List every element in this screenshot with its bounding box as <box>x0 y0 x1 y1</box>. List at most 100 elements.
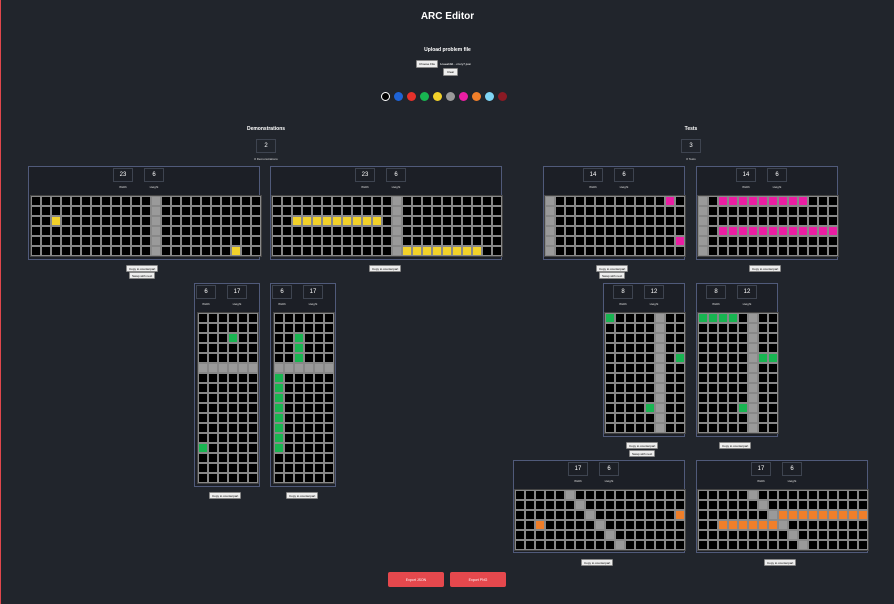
grid-cell[interactable] <box>332 236 342 246</box>
grid-cell[interactable] <box>768 500 778 510</box>
grid-cell[interactable] <box>238 433 248 443</box>
grid-cell[interactable] <box>758 246 768 256</box>
demonstrations-count-input[interactable]: 2 <box>256 139 276 153</box>
grid-cell[interactable] <box>251 226 261 236</box>
grid-cell[interactable] <box>838 520 848 530</box>
grid-cell[interactable] <box>492 206 502 216</box>
grid-cell[interactable] <box>698 413 708 423</box>
grid-cell[interactable] <box>738 393 748 403</box>
grid-cell[interactable] <box>615 196 625 206</box>
grid-cell[interactable] <box>294 453 304 463</box>
grid-cell[interactable] <box>605 423 615 433</box>
grid-cell[interactable] <box>748 313 758 323</box>
grid-cell[interactable] <box>392 246 402 256</box>
grid-cell[interactable] <box>625 490 635 500</box>
grid-cell[interactable] <box>625 403 635 413</box>
test2-input-height-input[interactable]: 12 <box>644 285 664 299</box>
grid-cell[interactable] <box>218 403 228 413</box>
grid-cell[interactable] <box>675 403 685 413</box>
grid-cell[interactable] <box>858 540 868 550</box>
grid-cell[interactable] <box>294 353 304 363</box>
grid-cell[interactable] <box>402 206 412 216</box>
grid-cell[interactable] <box>738 510 748 520</box>
grid-cell[interactable] <box>91 226 101 236</box>
grid-cell[interactable] <box>555 500 565 510</box>
grid-cell[interactable] <box>665 353 675 363</box>
grid-cell[interactable] <box>758 423 768 433</box>
demo1-output-width-input[interactable]: 23 <box>355 168 375 182</box>
grid-cell[interactable] <box>768 246 778 256</box>
grid-cell[interactable] <box>312 246 322 256</box>
grid-cell[interactable] <box>208 423 218 433</box>
grid-cell[interactable] <box>615 393 625 403</box>
grid-cell[interactable] <box>768 383 778 393</box>
grid-cell[interactable] <box>708 393 718 403</box>
grid-cell[interactable] <box>768 490 778 500</box>
grid-cell[interactable] <box>181 226 191 236</box>
grid-cell[interactable] <box>472 196 482 206</box>
grid-cell[interactable] <box>778 530 788 540</box>
grid-cell[interactable] <box>274 453 284 463</box>
grid-cell[interactable] <box>515 540 525 550</box>
grid-cell[interactable] <box>635 413 645 423</box>
grid-cell[interactable] <box>665 363 675 373</box>
grid-cell[interactable] <box>635 206 645 216</box>
grid-cell[interactable] <box>492 246 502 256</box>
grid-cell[interactable] <box>728 500 738 510</box>
grid-cell[interactable] <box>655 403 665 413</box>
grid-cell[interactable] <box>698 520 708 530</box>
grid-cell[interactable] <box>274 343 284 353</box>
grid-cell[interactable] <box>412 196 422 206</box>
grid-cell[interactable] <box>728 206 738 216</box>
grid-cell[interactable] <box>294 463 304 473</box>
grid-cell[interactable] <box>748 500 758 510</box>
grid-cell[interactable] <box>708 383 718 393</box>
grid-cell[interactable] <box>738 500 748 510</box>
grid-cell[interactable] <box>284 313 294 323</box>
test3-output-copy-button[interactable]: Copy to counterpart <box>764 559 797 566</box>
grid-cell[interactable] <box>625 393 635 403</box>
demo2-output-height-input[interactable]: 17 <box>303 285 323 299</box>
grid-cell[interactable] <box>302 236 312 246</box>
grid-cell[interactable] <box>645 196 655 206</box>
grid-cell[interactable] <box>778 216 788 226</box>
grid-cell[interactable] <box>718 510 728 520</box>
grid-cell[interactable] <box>248 393 258 403</box>
grid-cell[interactable] <box>211 196 221 206</box>
grid-cell[interactable] <box>738 353 748 363</box>
grid-cell[interactable] <box>645 216 655 226</box>
grid-cell[interactable] <box>231 196 241 206</box>
grid-cell[interactable] <box>808 206 818 216</box>
grid-cell[interactable] <box>228 333 238 343</box>
grid-cell[interactable] <box>492 196 502 206</box>
grid-cell[interactable] <box>228 373 238 383</box>
grid-cell[interactable] <box>101 216 111 226</box>
grid-cell[interactable] <box>728 540 738 550</box>
grid-cell[interactable] <box>274 323 284 333</box>
grid-cell[interactable] <box>208 333 218 343</box>
grid-cell[interactable] <box>768 520 778 530</box>
grid-cell[interactable] <box>798 520 808 530</box>
grid-cell[interactable] <box>635 500 645 510</box>
demo2-input-copy-button[interactable]: Copy to counterpart <box>209 492 242 499</box>
grid-cell[interactable] <box>482 196 492 206</box>
grid-cell[interactable] <box>294 413 304 423</box>
grid-cell[interactable] <box>778 226 788 236</box>
grid-cell[interactable] <box>141 206 151 216</box>
grid-cell[interactable] <box>708 510 718 520</box>
grid-cell[interactable] <box>585 226 595 236</box>
grid-cell[interactable] <box>605 510 615 520</box>
grid-cell[interactable] <box>645 333 655 343</box>
grid-cell[interactable] <box>171 226 181 236</box>
grid-cell[interactable] <box>535 500 545 510</box>
grid-cell[interactable] <box>818 196 828 206</box>
grid-cell[interactable] <box>645 343 655 353</box>
grid-cell[interactable] <box>181 236 191 246</box>
grid-cell[interactable] <box>565 196 575 206</box>
grid-cell[interactable] <box>201 216 211 226</box>
grid-cell[interactable] <box>635 246 645 256</box>
grid-cell[interactable] <box>555 236 565 246</box>
grid-cell[interactable] <box>314 393 324 403</box>
grid-cell[interactable] <box>615 363 625 373</box>
grid-cell[interactable] <box>635 520 645 530</box>
